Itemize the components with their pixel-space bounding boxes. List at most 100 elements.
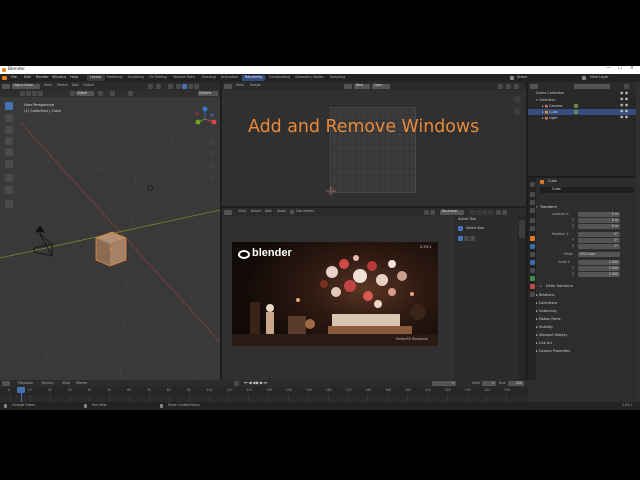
scale-y-field[interactable]: 1.000 (578, 266, 620, 271)
autokey-icon[interactable] (234, 381, 239, 386)
minimize-icon[interactable]: — (606, 66, 610, 71)
visibility-eye-icon[interactable]: ◉ ◉ (620, 91, 628, 95)
timeline-menu-marker[interactable]: Marker (76, 381, 88, 385)
output-properties-icon[interactable] (529, 200, 535, 205)
node-editor-icon-1[interactable] (424, 209, 429, 215)
constraints-properties-icon[interactable] (529, 268, 535, 273)
tab-uv-editing[interactable]: UV Editing (146, 75, 170, 81)
select-mode-icon-3[interactable] (470, 236, 475, 241)
tab-shading[interactable]: Shading (199, 75, 219, 81)
viewport-display-panel[interactable]: ▸ Viewport Display (536, 333, 567, 337)
tab-texture-paint[interactable]: Texture Paint (170, 75, 198, 81)
sidebar-tab-tool[interactable] (519, 220, 525, 238)
view-layer-selector[interactable]: View Layer (590, 75, 609, 79)
image-menu-image[interactable]: Image (250, 83, 261, 87)
menu-render[interactable]: Render (36, 75, 49, 80)
node-channel-icon-1[interactable] (470, 209, 475, 215)
node-menu-view[interactable]: View (238, 209, 246, 213)
transform-expand-icon[interactable]: ▾ (536, 206, 538, 209)
scale-x-field[interactable]: 1.000 (578, 260, 620, 265)
menu-window[interactable]: Window (52, 75, 66, 80)
timeline-type-icon[interactable] (2, 381, 10, 386)
timeline-menu-playback[interactable]: Playback (18, 381, 33, 385)
tool-properties-icon[interactable] (529, 182, 535, 187)
new-image-button[interactable]: New (354, 83, 370, 89)
node-channel-icon-5[interactable] (496, 209, 501, 215)
node-menu-add[interactable]: Add (265, 209, 272, 213)
visibility-eye-icon[interactable]: ◉ ◉ (620, 103, 628, 107)
physics-properties-icon[interactable] (529, 260, 535, 265)
image-view-icon[interactable] (498, 83, 503, 89)
timeline-menu-keying[interactable]: Keying (42, 381, 53, 385)
image-channels-icon[interactable] (514, 83, 519, 89)
keyframe-dots[interactable]: ◦ ◦ ◦ ◦ ◦ ◦ ◦ ◦ ◦ (623, 213, 625, 285)
transform-panel-header[interactable]: Transform (540, 205, 557, 209)
location-x-field[interactable]: 0 m (578, 212, 620, 217)
delta-transform-panel[interactable]: Delta Transform (546, 284, 573, 288)
visibility-eye-icon[interactable]: ◉ ◉ (620, 115, 628, 119)
blender-menu-icon[interactable] (2, 76, 7, 80)
custom-properties-panel[interactable]: ▸ Custom Properties (536, 349, 570, 353)
tab-scripting[interactable]: Scripting (327, 75, 348, 81)
visibility-panel[interactable]: ▸ Visibility (536, 325, 553, 329)
timeline[interactable]: Playback Keying View Marker ⏮◀◀▶▶⏭ 1 Sta… (0, 380, 528, 402)
select-mode-icon-1[interactable] (458, 236, 463, 241)
motion-paths-panel[interactable]: ▸ Motion Paths (536, 317, 561, 321)
collections-panel[interactable]: ▸ Collections (536, 301, 557, 305)
outliner-type-icon[interactable] (530, 83, 538, 89)
open-image-button[interactable]: Open (372, 83, 390, 89)
tab-sculpting[interactable]: Sculpting (125, 75, 147, 81)
scale-z-field[interactable]: 1.000 (578, 272, 620, 277)
node-channel-icon-6[interactable] (502, 209, 507, 215)
image-editor[interactable]: View Image New Open Add and Remove Windo… (222, 82, 526, 206)
material-properties-icon[interactable] (529, 284, 535, 289)
tab-animation[interactable]: Animation (218, 75, 241, 81)
instancing-panel[interactable]: ▸ Instancing (536, 309, 556, 313)
menu-edit[interactable]: Edit (24, 75, 31, 80)
outliner-scene-collection[interactable]: Scene Collection (536, 91, 564, 95)
start-frame-field[interactable]: 1 (482, 381, 496, 386)
node-menu-select[interactable]: Select (251, 209, 261, 213)
visibility-eye-icon[interactable]: ◉ ◉ (620, 109, 628, 113)
texture-properties-icon[interactable] (529, 292, 535, 297)
node-channel-icon-3[interactable] (482, 209, 487, 215)
location-z-field[interactable]: 0 m (578, 224, 620, 229)
select-mode-icon-2[interactable] (464, 236, 469, 241)
rotation-mode-select[interactable]: XYZ Euler (578, 252, 620, 257)
delta-expand-icon[interactable]: ▸ (540, 285, 542, 288)
image-display-icon[interactable] (506, 83, 511, 89)
tab-modeling[interactable]: Modeling (104, 75, 125, 81)
location-y-field[interactable]: 0 m (578, 218, 620, 223)
backdrop-toggle[interactable]: Backdrop (440, 209, 464, 215)
relations-panel[interactable]: ▸ Relations (536, 293, 554, 297)
node-editor[interactable]: View Select Add Node Use Nodes Backdrop (222, 208, 526, 380)
menu-file[interactable]: File (11, 75, 17, 80)
data-properties-icon[interactable] (529, 276, 535, 281)
rotation-y-field[interactable]: 0° (578, 238, 620, 243)
world-properties-icon[interactable] (529, 226, 535, 231)
tab-rendering[interactable]: Rendering (242, 75, 266, 81)
playback-controls[interactable]: ⏮◀◀▶▶⏭ (244, 380, 268, 385)
timeline-menu-view[interactable]: View (62, 381, 70, 385)
use-nodes-checkbox[interactable] (290, 210, 294, 214)
node-menu-node[interactable]: Node (277, 209, 286, 213)
scene-selector[interactable]: Scene (517, 75, 527, 79)
line-art-panel[interactable]: ▸ Line Art (536, 341, 552, 345)
scene-properties-icon[interactable] (529, 218, 535, 223)
rotation-x-field[interactable]: 0° (578, 232, 620, 237)
tab-compositing[interactable]: Compositing (266, 75, 293, 81)
filter-icon[interactable] (624, 83, 629, 89)
current-frame-field[interactable]: 1 (432, 381, 456, 386)
end-frame-field[interactable]: 250 (508, 381, 524, 386)
image-pan-icon[interactable] (514, 108, 521, 115)
node-editor-icon-2[interactable] (430, 209, 435, 215)
image-browse-icon[interactable] (344, 83, 352, 89)
view-layer-properties-icon[interactable] (529, 208, 535, 213)
close-icon[interactable]: ✕ (630, 66, 634, 71)
image-editor-type-icon[interactable] (224, 83, 232, 89)
maximize-icon[interactable]: ☐ (618, 66, 622, 71)
particles-properties-icon[interactable] (529, 252, 535, 257)
node-channel-icon-2[interactable] (476, 209, 481, 215)
viewport-3d[interactable]: Object Mode View Select Add Object Globa… (0, 82, 220, 380)
outliner-search-field[interactable] (574, 83, 610, 89)
